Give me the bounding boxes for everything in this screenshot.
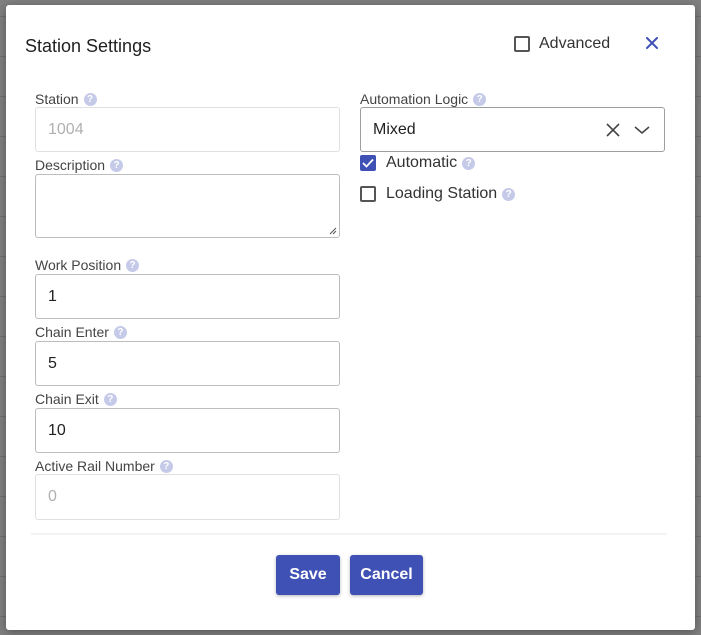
help-icon[interactable]: ? bbox=[473, 92, 487, 106]
help-icon[interactable]: ? bbox=[113, 325, 127, 339]
save-button[interactable]: Save bbox=[276, 555, 340, 595]
checkmark-icon bbox=[362, 158, 374, 168]
work-position-input[interactable]: 1 bbox=[35, 274, 340, 319]
description-label: Description ? bbox=[35, 157, 124, 173]
station-label-text: Station bbox=[35, 91, 79, 107]
clear-icon[interactable] bbox=[606, 123, 620, 137]
loading-station-checkbox[interactable] bbox=[360, 186, 376, 202]
automatic-toggle[interactable]: Automatic ? bbox=[360, 154, 476, 172]
chain-exit-input[interactable]: 10 bbox=[35, 408, 340, 453]
help-icon[interactable]: ? bbox=[110, 158, 124, 172]
dialog-title: Station Settings bbox=[25, 36, 152, 56]
chain-exit-label-text: Chain Exit bbox=[35, 391, 99, 407]
work-position-value: 1 bbox=[48, 287, 57, 305]
chain-exit-label: Chain Exit ? bbox=[35, 391, 117, 407]
work-position-label: Work Position ? bbox=[35, 257, 140, 273]
advanced-label: Advanced bbox=[539, 35, 611, 52]
advanced-toggle[interactable]: Advanced bbox=[514, 35, 610, 53]
close-button[interactable] bbox=[644, 35, 660, 51]
chain-exit-value: 10 bbox=[48, 421, 66, 439]
active-rail-number-label-text: Active Rail Number bbox=[35, 458, 155, 474]
loading-station-toggle[interactable]: Loading Station ? bbox=[360, 185, 516, 203]
automation-logic-label: Automation Logic ? bbox=[360, 91, 487, 107]
automatic-checkbox[interactable] bbox=[360, 155, 376, 171]
active-rail-number-placeholder: 0 bbox=[48, 488, 57, 505]
chain-enter-label: Chain Enter ? bbox=[35, 324, 127, 340]
loading-station-label: Loading Station bbox=[386, 185, 498, 202]
automation-logic-select[interactable]: Mixed bbox=[360, 107, 665, 152]
active-rail-number-input: 0 bbox=[35, 474, 340, 520]
automation-logic-label-text: Automation Logic bbox=[360, 91, 469, 107]
automatic-label: Automatic bbox=[386, 154, 458, 171]
resize-handle-icon[interactable] bbox=[329, 227, 337, 235]
help-icon[interactable]: ? bbox=[126, 258, 140, 272]
help-icon[interactable]: ? bbox=[462, 156, 476, 170]
chevron-down-icon[interactable] bbox=[634, 125, 650, 135]
cancel-button[interactable]: Cancel bbox=[350, 555, 423, 595]
help-icon[interactable]: ? bbox=[502, 187, 516, 201]
station-label: Station ? bbox=[35, 91, 97, 107]
station-placeholder: 1004 bbox=[48, 120, 84, 138]
active-rail-number-label: Active Rail Number ? bbox=[35, 458, 173, 474]
automation-logic-value: Mixed bbox=[373, 120, 416, 138]
help-icon[interactable]: ? bbox=[103, 392, 117, 406]
select-controls bbox=[606, 108, 650, 152]
description-label-text: Description bbox=[35, 157, 106, 173]
description-textarea[interactable] bbox=[35, 174, 340, 238]
chain-enter-value: 5 bbox=[48, 354, 57, 372]
close-icon bbox=[646, 37, 658, 49]
station-input: 1004 bbox=[35, 107, 340, 152]
advanced-checkbox[interactable] bbox=[514, 36, 530, 52]
footer-divider bbox=[31, 533, 667, 535]
work-position-label-text: Work Position bbox=[35, 257, 122, 273]
help-icon[interactable]: ? bbox=[159, 459, 173, 473]
help-icon[interactable]: ? bbox=[83, 92, 97, 106]
station-settings-dialog: Station Settings Advanced Station ? 1004… bbox=[6, 5, 695, 630]
chain-enter-input[interactable]: 5 bbox=[35, 341, 340, 386]
chain-enter-label-text: Chain Enter bbox=[35, 324, 109, 340]
